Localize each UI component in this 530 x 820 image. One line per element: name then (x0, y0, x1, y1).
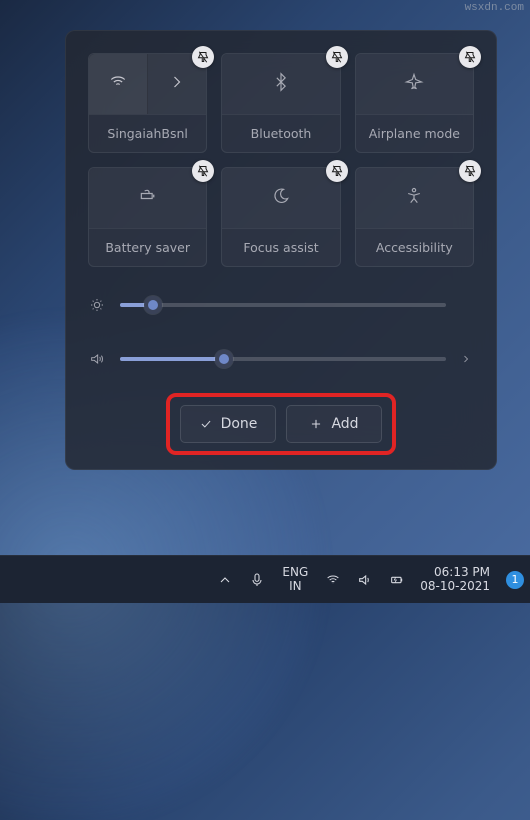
unpin-button[interactable] (326, 46, 348, 68)
airplane-toggle[interactable] (356, 54, 473, 115)
volume-expand[interactable] (460, 350, 474, 369)
brightness-slider[interactable] (120, 303, 446, 307)
done-button[interactable]: Done (180, 405, 276, 443)
battery-leaf-icon (138, 186, 158, 209)
lang-top: ENG (282, 566, 308, 580)
quick-settings-panel: SingaiahBsnl Bluetooth A (65, 30, 497, 470)
bluetooth-toggle[interactable] (222, 54, 339, 115)
lang-bottom: IN (282, 580, 308, 594)
volume-slider[interactable] (120, 357, 446, 361)
battery-saver-toggle[interactable] (89, 168, 206, 229)
unpin-button[interactable] (459, 160, 481, 182)
bluetooth-icon (271, 72, 291, 95)
focus-assist-toggle[interactable] (222, 168, 339, 229)
tile-focus-assist: Focus assist (221, 167, 340, 267)
microphone-icon[interactable] (246, 556, 268, 604)
tile-battery-saver: Battery saver (88, 167, 207, 267)
wifi-toggle[interactable] (89, 54, 148, 114)
unpin-button[interactable] (459, 46, 481, 68)
tray-volume-icon[interactable] (354, 556, 376, 604)
taskbar: ENG IN 06:13 PM 08-10-2021 1 (0, 555, 530, 603)
language-indicator[interactable]: ENG IN (278, 566, 312, 594)
airplane-icon (404, 72, 424, 95)
tile-bluetooth: Bluetooth (221, 53, 340, 153)
unpin-button[interactable] (192, 160, 214, 182)
notif-count: 1 (512, 573, 519, 586)
accessibility-icon (404, 186, 424, 209)
tray-wifi-icon[interactable] (322, 556, 344, 604)
tile-label: Airplane mode (369, 115, 460, 152)
plus-icon (309, 417, 323, 431)
tile-label: SingaiahBsnl (107, 115, 187, 152)
volume-icon (88, 351, 106, 367)
moon-icon (271, 186, 291, 209)
unpin-button[interactable] (326, 160, 348, 182)
tile-wifi: SingaiahBsnl (88, 53, 207, 153)
chevron-right-icon (167, 72, 187, 95)
tile-label: Bluetooth (251, 115, 312, 152)
volume-row (88, 343, 474, 375)
done-label: Done (221, 416, 258, 432)
tile-label: Focus assist (243, 229, 318, 266)
tile-label: Battery saver (105, 229, 190, 266)
check-icon (199, 417, 213, 431)
brightness-row (88, 289, 474, 321)
tray-battery-icon[interactable] (386, 556, 408, 604)
date: 08-10-2021 (420, 580, 490, 594)
accessibility-toggle[interactable] (356, 168, 473, 229)
tray-overflow-chevron[interactable] (214, 556, 236, 604)
quick-tiles-grid: SingaiahBsnl Bluetooth A (88, 53, 474, 267)
edit-actions-callout: Done Add (166, 393, 396, 455)
unpin-button[interactable] (192, 46, 214, 68)
add-button[interactable]: Add (286, 405, 382, 443)
wifi-icon (108, 72, 128, 95)
tile-airplane-mode: Airplane mode (355, 53, 474, 153)
add-label: Add (331, 416, 358, 432)
notification-badge[interactable]: 1 (506, 571, 524, 589)
tile-label: Accessibility (376, 229, 453, 266)
watermark: wsxdn.com (465, 2, 524, 14)
tile-accessibility: Accessibility (355, 167, 474, 267)
time: 06:13 PM (420, 566, 490, 580)
brightness-icon (88, 297, 106, 313)
clock[interactable]: 06:13 PM 08-10-2021 (418, 566, 492, 594)
